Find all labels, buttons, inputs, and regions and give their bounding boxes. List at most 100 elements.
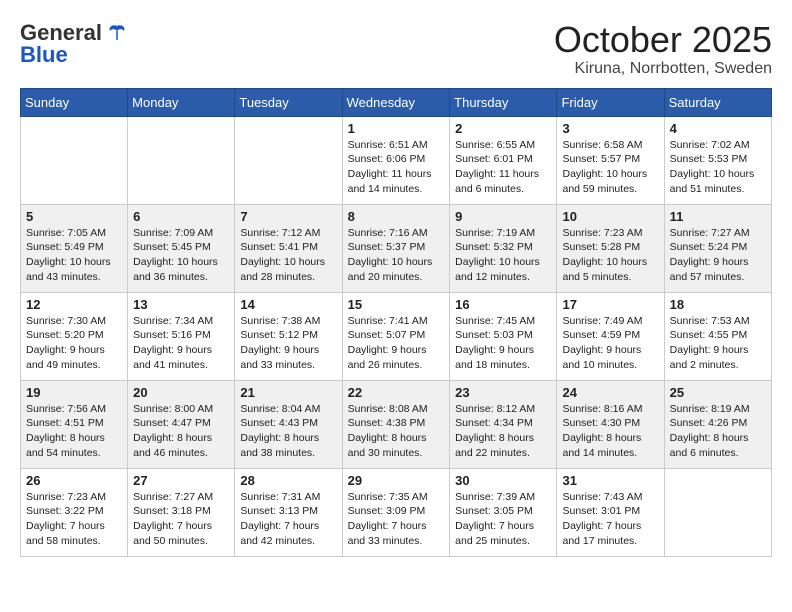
day-number: 12 [26,297,122,312]
day-number: 15 [348,297,445,312]
day-info: Sunrise: 7:02 AM Sunset: 5:53 PM Dayligh… [670,138,766,197]
day-info: Sunrise: 7:12 AM Sunset: 5:41 PM Dayligh… [240,226,336,285]
day-number: 8 [348,209,445,224]
day-info: Sunrise: 7:09 AM Sunset: 5:45 PM Dayligh… [133,226,229,285]
day-info: Sunrise: 7:23 AM Sunset: 5:28 PM Dayligh… [562,226,658,285]
header-sunday: Sunday [21,88,128,116]
title-block: October 2025 Kiruna, Norrbotten, Sweden [554,20,772,78]
day-number: 5 [26,209,122,224]
table-row: 31 Sunrise: 7:43 AM Sunset: 3:01 PM Dayli… [557,468,664,556]
table-row: 1Sunrise: 6:51 AM Sunset: 6:06 PM Daylig… [342,116,450,204]
calendar-header-row: Sunday Monday Tuesday Wednesday Thursday… [21,88,772,116]
table-row: 7Sunrise: 7:12 AM Sunset: 5:41 PM Daylig… [235,204,342,292]
calendar-table: Sunday Monday Tuesday Wednesday Thursday… [20,88,772,557]
day-number: 13 [133,297,229,312]
table-row: 20 Sunrise: 8:00 AM Sunset: 4:47 PM Dayli… [128,380,235,468]
table-row: 21 Sunrise: 8:04 AM Sunset: 4:43 PM Dayli… [235,380,342,468]
day-info: Sunrise: 8:04 AM Sunset: 4:43 PM Dayligh… [240,402,336,461]
day-number: 16 [455,297,551,312]
calendar-week-row: 5 Sunrise: 7:05 AM Sunset: 5:49 PM Daylig… [21,204,772,292]
table-row [128,116,235,204]
table-row: 26 Sunrise: 7:23 AM Sunset: 3:22 PM Dayli… [21,468,128,556]
table-row: 8 Sunrise: 7:16 AM Sunset: 5:37 PM Daylig… [342,204,450,292]
day-info: Sunrise: 7:39 AM Sunset: 3:05 PM Dayligh… [455,490,551,549]
table-row [21,116,128,204]
day-info: Sunrise: 7:05 AM Sunset: 5:49 PM Dayligh… [26,226,122,285]
calendar-week-row: 12 Sunrise: 7:30 AM Sunset: 5:20 PM Dayli… [21,292,772,380]
table-row: 4 Sunrise: 7:02 AM Sunset: 5:53 PM Daylig… [664,116,771,204]
header-tuesday: Tuesday [235,88,342,116]
table-row: 25 Sunrise: 8:19 AM Sunset: 4:26 PM Dayli… [664,380,771,468]
calendar-week-row: 19 Sunrise: 7:56 AM Sunset: 4:51 PM Dayli… [21,380,772,468]
day-info: Sunrise: 8:00 AM Sunset: 4:47 PM Dayligh… [133,402,229,461]
location: Kiruna, Norrbotten, Sweden [554,60,772,78]
day-info: Sunrise: 7:56 AM Sunset: 4:51 PM Dayligh… [26,402,122,461]
day-number: 30 [455,473,551,488]
day-info: Sunrise: 7:45 AM Sunset: 5:03 PM Dayligh… [455,314,551,373]
day-info: Sunrise: 6:55 AM Sunset: 6:01 PM Dayligh… [455,138,551,197]
table-row: 5 Sunrise: 7:05 AM Sunset: 5:49 PM Daylig… [21,204,128,292]
day-info: Sunrise: 8:19 AM Sunset: 4:26 PM Dayligh… [670,402,766,461]
header-friday: Friday [557,88,664,116]
day-number: 24 [562,385,658,400]
table-row: 13 Sunrise: 7:34 AM Sunset: 5:16 PM Dayli… [128,292,235,380]
day-number: 25 [670,385,766,400]
table-row: 28 Sunrise: 7:31 AM Sunset: 3:13 PM Dayli… [235,468,342,556]
table-row: 17Sunrise: 7:49 AM Sunset: 4:59 PM Dayli… [557,292,664,380]
table-row [664,468,771,556]
day-info: Sunrise: 7:16 AM Sunset: 5:37 PM Dayligh… [348,226,445,285]
day-info: Sunrise: 7:31 AM Sunset: 3:13 PM Dayligh… [240,490,336,549]
table-row: 2 Sunrise: 6:55 AM Sunset: 6:01 PM Daylig… [450,116,557,204]
header-monday: Monday [128,88,235,116]
day-info: Sunrise: 6:58 AM Sunset: 5:57 PM Dayligh… [562,138,658,197]
table-row: 18 Sunrise: 7:53 AM Sunset: 4:55 PM Dayli… [664,292,771,380]
day-info: Sunrise: 8:16 AM Sunset: 4:30 PM Dayligh… [562,402,658,461]
day-number: 19 [26,385,122,400]
logo: General Blue [20,20,128,68]
table-row: 10 Sunrise: 7:23 AM Sunset: 5:28 PM Dayli… [557,204,664,292]
day-number: 20 [133,385,229,400]
day-number: 6 [133,209,229,224]
day-info: Sunrise: 7:30 AM Sunset: 5:20 PM Dayligh… [26,314,122,373]
day-number: 3 [562,121,658,136]
table-row: 24 Sunrise: 8:16 AM Sunset: 4:30 PM Dayli… [557,380,664,468]
table-row: 11Sunrise: 7:27 AM Sunset: 5:24 PM Dayli… [664,204,771,292]
day-info: Sunrise: 7:19 AM Sunset: 5:32 PM Dayligh… [455,226,551,285]
table-row: 16 Sunrise: 7:45 AM Sunset: 5:03 PM Dayli… [450,292,557,380]
month-title: October 2025 [554,20,772,60]
day-number: 28 [240,473,336,488]
day-info: Sunrise: 7:43 AM Sunset: 3:01 PM Dayligh… [562,490,658,549]
day-number: 2 [455,121,551,136]
table-row: 27 Sunrise: 7:27 AM Sunset: 3:18 PM Dayli… [128,468,235,556]
day-number: 10 [562,209,658,224]
table-row: 15 Sunrise: 7:41 AM Sunset: 5:07 PM Dayli… [342,292,450,380]
day-number: 18 [670,297,766,312]
day-number: 27 [133,473,229,488]
day-number: 23 [455,385,551,400]
day-number: 4 [670,121,766,136]
table-row: 3 Sunrise: 6:58 AM Sunset: 5:57 PM Daylig… [557,116,664,204]
table-row: 9Sunrise: 7:19 AM Sunset: 5:32 PM Daylig… [450,204,557,292]
header-thursday: Thursday [450,88,557,116]
table-row: 19 Sunrise: 7:56 AM Sunset: 4:51 PM Dayli… [21,380,128,468]
day-info: Sunrise: 7:41 AM Sunset: 5:07 PM Dayligh… [348,314,445,373]
table-row: 30 Sunrise: 7:39 AM Sunset: 3:05 PM Dayli… [450,468,557,556]
day-info: Sunrise: 7:35 AM Sunset: 3:09 PM Dayligh… [348,490,445,549]
day-number: 26 [26,473,122,488]
day-info: Sunrise: 7:53 AM Sunset: 4:55 PM Dayligh… [670,314,766,373]
day-number: 11 [670,209,766,224]
day-number: 21 [240,385,336,400]
table-row: 12 Sunrise: 7:30 AM Sunset: 5:20 PM Dayli… [21,292,128,380]
day-info: Sunrise: 7:23 AM Sunset: 3:22 PM Dayligh… [26,490,122,549]
day-info: Sunrise: 8:08 AM Sunset: 4:38 PM Dayligh… [348,402,445,461]
day-number: 22 [348,385,445,400]
day-info: Sunrise: 7:49 AM Sunset: 4:59 PM Dayligh… [562,314,658,373]
day-number: 1 [348,121,445,136]
day-info: Sunrise: 7:27 AM Sunset: 3:18 PM Dayligh… [133,490,229,549]
table-row: 22 Sunrise: 8:08 AM Sunset: 4:38 PM Dayli… [342,380,450,468]
day-number: 31 [562,473,658,488]
day-info: Sunrise: 7:34 AM Sunset: 5:16 PM Dayligh… [133,314,229,373]
logo-bird-icon [106,22,128,44]
table-row: 23Sunrise: 8:12 AM Sunset: 4:34 PM Dayli… [450,380,557,468]
table-row: 14Sunrise: 7:38 AM Sunset: 5:12 PM Dayli… [235,292,342,380]
